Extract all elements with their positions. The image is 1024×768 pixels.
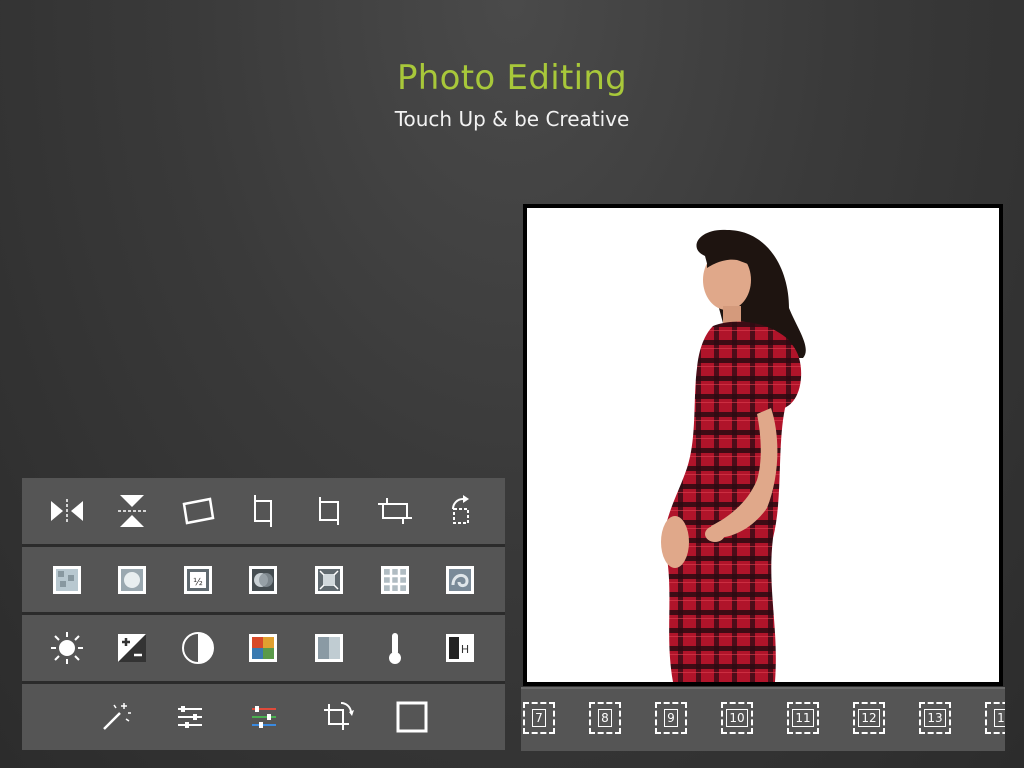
crop-wide-icon[interactable] <box>375 491 415 531</box>
rotate-photo-icon[interactable] <box>178 491 218 531</box>
frame-number: 13 <box>924 709 946 727</box>
photo-subject-image <box>661 229 806 682</box>
contrast-icon[interactable] <box>178 628 218 668</box>
brightness-icon[interactable] <box>47 628 87 668</box>
tint-icon[interactable] <box>309 628 349 668</box>
frame-thumb[interactable]: 11 <box>787 702 819 734</box>
temperature-icon[interactable] <box>375 628 415 668</box>
page-title: Photo Editing <box>396 58 628 98</box>
crop-square-icon[interactable] <box>309 491 349 531</box>
texture-icon[interactable] <box>47 560 87 600</box>
border-icon[interactable] <box>392 697 432 737</box>
svg-text:½: ½ <box>193 576 203 588</box>
color-balance-icon[interactable] <box>244 697 284 737</box>
frame-thumb[interactable]: 13 <box>919 702 951 734</box>
tool-row-adjustments: H <box>22 615 505 681</box>
frame-list: 7 8 9 10 11 12 13 1 <box>523 702 1005 734</box>
frame-number: 11 <box>792 709 814 727</box>
strip-divider <box>521 687 1005 689</box>
tool-row-transform <box>22 478 505 544</box>
vignette-icon[interactable] <box>112 560 152 600</box>
frame-thumb[interactable]: 9 <box>655 702 687 734</box>
frame-number: 9 <box>664 709 678 727</box>
focus-icon[interactable] <box>309 560 349 600</box>
rotate-back-icon[interactable] <box>440 491 480 531</box>
crop-rotate-icon[interactable] <box>318 697 358 737</box>
highlights-icon[interactable]: H <box>440 628 480 668</box>
frame-style-icon[interactable]: ½ <box>178 560 218 600</box>
svg-text:H: H <box>461 643 469 656</box>
photo-preview-frame <box>523 204 1003 686</box>
frame-thumb[interactable]: 8 <box>589 702 621 734</box>
frame-strip[interactable]: 7 8 9 10 11 12 13 1 <box>521 687 1005 751</box>
crop-free-icon[interactable] <box>243 491 283 531</box>
frame-thumb[interactable]: 7 <box>523 702 555 734</box>
saturation-icon[interactable] <box>243 628 283 668</box>
frame-number: 10 <box>726 709 748 727</box>
magic-wand-icon[interactable] <box>96 697 136 737</box>
tool-row-effects: ½ <box>22 547 505 612</box>
tool-row-tools <box>22 684 505 750</box>
tool-panel: ½ H <box>22 478 505 750</box>
exposure-icon[interactable] <box>112 628 152 668</box>
overlay-icon[interactable] <box>243 560 283 600</box>
swirl-icon[interactable] <box>440 560 480 600</box>
flip-vertical-icon[interactable] <box>112 491 152 531</box>
grid-icon[interactable] <box>375 560 415 600</box>
frame-number: 8 <box>598 709 612 727</box>
frame-number: 1 <box>994 709 1005 727</box>
frame-thumb[interactable]: 10 <box>721 702 753 734</box>
frame-thumb[interactable]: 1 <box>985 702 1005 734</box>
frame-number: 12 <box>858 709 880 727</box>
frame-thumb[interactable]: 12 <box>853 702 885 734</box>
flip-horizontal-icon[interactable] <box>47 491 87 531</box>
page-subtitle: Touch Up & be Creative <box>394 107 630 131</box>
photo-canvas[interactable] <box>527 208 999 682</box>
frame-number: 7 <box>532 709 546 727</box>
adjust-sliders-icon[interactable] <box>170 697 210 737</box>
